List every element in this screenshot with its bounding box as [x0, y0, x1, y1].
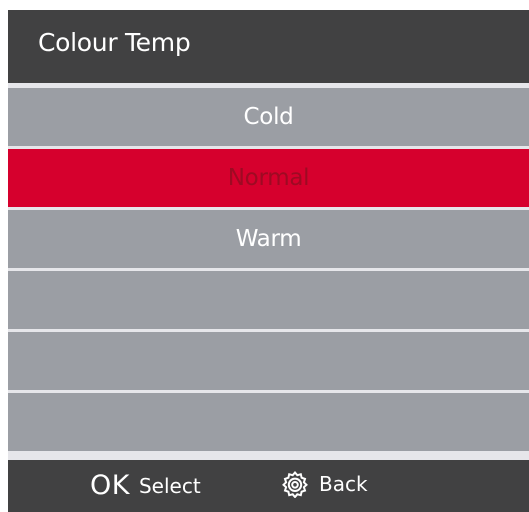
gear-icon	[282, 470, 308, 498]
menu-item-warm[interactable]: Warm	[8, 210, 529, 268]
menu-title: Colour Temp	[38, 28, 191, 57]
menu-item-label: Warm	[235, 226, 302, 252]
menu-item-cold[interactable]: Cold	[8, 88, 529, 146]
menu-header: Colour Temp	[8, 10, 529, 83]
menu-item-empty	[8, 332, 529, 390]
colour-temp-menu-screen: Colour Temp Cold Normal Warm OK Select B…	[8, 10, 529, 512]
select-hint[interactable]: OK Select	[90, 470, 201, 501]
back-label: Back	[319, 472, 368, 496]
menu-item-label: Normal	[227, 165, 310, 191]
select-label: Select	[138, 473, 201, 498]
menu-item-label: Cold	[243, 104, 294, 130]
menu-item-empty	[8, 271, 529, 329]
ok-button-icon: OK	[90, 470, 130, 501]
footer-hint-bar: OK Select Back	[8, 460, 529, 512]
back-hint[interactable]: Back	[281, 470, 368, 498]
menu-item-empty	[8, 393, 529, 451]
menu-item-normal[interactable]: Normal	[8, 149, 529, 207]
